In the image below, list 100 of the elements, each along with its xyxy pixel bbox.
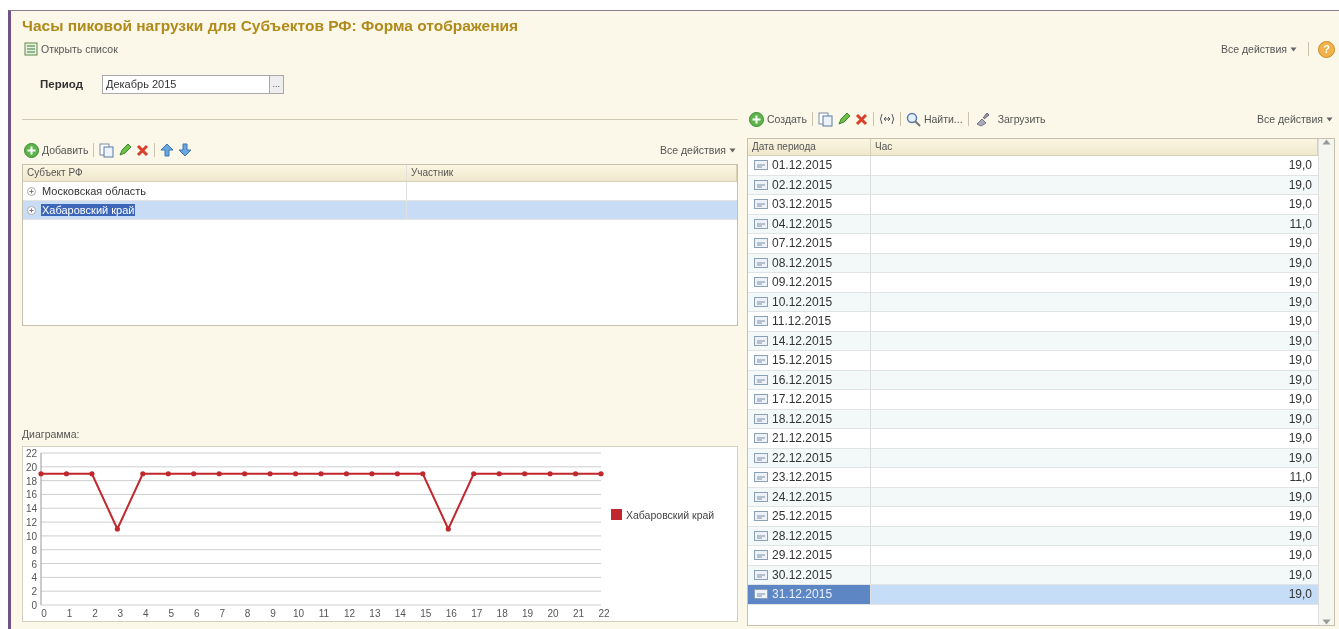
create-button[interactable]: Создать [747,111,809,127]
search-icon [905,111,921,127]
table-cell-text: 19,0 [1287,314,1313,329]
axis-label: 0 [31,600,37,611]
axis-label: 10 [293,608,305,619]
scroll-down-icon [1322,619,1331,625]
expand-icon[interactable] [27,186,36,196]
data-point [267,471,273,477]
column-header: Субъект РФ [23,165,407,181]
select-button[interactable]: ... [268,75,283,93]
table-row[interactable]: 02.12.2015 19,0 [748,175,1318,195]
table-cell: 02.12.2015 [772,177,833,192]
axis-label: 8 [244,608,251,619]
table-row[interactable]: 23.12.2015 11,0 [748,468,1318,488]
table-row[interactable]: 11.12.2015 19,0 [748,312,1318,332]
table-row[interactable]: 03.12.2015 19,0 [748,195,1318,215]
table-row[interactable]: 17.12.2015 19,0 [748,390,1318,410]
data-point [114,526,120,532]
table-row[interactable]: 30.12.2015 19,0 [748,565,1318,585]
table-cell-text: 19,0 [1287,333,1313,348]
table-cell-text: 11,0 [1288,216,1313,231]
axis-label: 19 [522,608,534,619]
table-row[interactable]: 01.12.2015 19,0 [748,156,1318,176]
table-cell-text: 19,0 [1287,372,1313,387]
table-row[interactable]: 09.12.2015 19,0 [748,273,1318,293]
table-cell: 01.12.2015 [772,158,833,173]
calendar-icon [754,179,768,190]
table-cell: 17.12.2015 [772,392,833,407]
table-cell: 18.12.2015 [772,411,833,426]
delete-icon [136,143,150,157]
axis-label: 8 [31,544,37,556]
table-row[interactable]: 18.12.2015 19,0 [748,409,1318,429]
table-cell: 31.12.2015 [772,587,833,602]
table-row[interactable]: 14.12.2015 19,0 [748,331,1318,351]
table-cell-text: 19,0 [1287,158,1313,173]
axis-label: 22 [598,608,610,619]
table-cell: 08.12.2015 [772,255,833,270]
data-point [191,471,197,477]
all-actions-button[interactable]: Все действия [657,144,738,156]
load-button[interactable]: Загрузить [971,111,1048,127]
table-row[interactable]: 24.12.2015 19,0 [748,487,1318,507]
list-icon [24,42,38,56]
axis-label: 16 [445,608,457,619]
data-point [292,471,299,477]
all-actions-button[interactable]: Все действия [1218,43,1299,55]
axis-label: 6 [193,608,200,619]
table-row[interactable]: Хабаровский край [23,201,737,220]
table-row[interactable]: 08.12.2015 19,0 [748,253,1318,273]
caret-icon [1290,46,1297,52]
calendar-icon [754,472,768,483]
open-list-button[interactable]: Открыть список [22,42,120,56]
data-point [89,471,95,477]
table-cell-text: 19,0 [1287,528,1313,543]
calendar-icon [754,160,768,171]
table-cell: 14.12.2015 [772,333,833,348]
axis-label: 20 [547,608,559,619]
window-title: Часы пиковой нагрузки для Субъектов РФ: Форма отображения [22,17,520,36]
table-row[interactable]: 28.12.2015 19,0 [748,526,1318,546]
axis-label: 3 [117,608,124,619]
axis-label: 17 [471,608,483,619]
add-button[interactable]: Добавить [22,142,91,158]
data-point [522,471,528,477]
data-point [572,471,579,477]
table-row[interactable]: 04.12.2015 11,0 [748,214,1318,234]
axis-label: 9 [270,608,276,619]
calendar-icon [754,355,768,366]
table-row[interactable]: 16.12.2015 19,0 [748,370,1318,390]
calendar-icon [754,530,768,541]
table-cell-text: 19,0 [1287,450,1313,465]
all-actions-button[interactable]: Все действия [1254,113,1335,125]
period-field[interactable]: Декабрь 2015 ... [102,74,284,94]
calendar-icon [754,316,768,327]
table-row[interactable]: 22.12.2015 19,0 [748,448,1318,468]
table-row[interactable]: 15.12.2015 19,0 [748,351,1318,371]
table-cell-text: 19,0 [1287,411,1313,426]
axis-label: 14 [25,503,37,515]
table-row[interactable]: 07.12.2015 19,0 [748,234,1318,254]
copy-icon [817,111,833,127]
table-cell: 15.12.2015 [772,353,833,368]
calendar-icon [754,491,768,502]
table-cell: 11.12.2015 [772,314,832,329]
axis-label: 0 [41,608,47,619]
expand-icon[interactable] [27,205,36,215]
table-row[interactable]: 29.12.2015 19,0 [748,546,1318,566]
table-row[interactable]: 10.12.2015 19,0 [748,292,1318,312]
calendar-icon [754,569,768,580]
axis-label: 10 [25,530,37,542]
table-cell-text: 19,0 [1287,489,1313,504]
find-button[interactable]: Найти... [903,111,965,127]
table-row[interactable]: 31.12.2015 19,0 [748,585,1318,605]
axis-label: 2 [92,608,98,619]
table-cell: 16.12.2015 [772,372,833,387]
axis-label: 13 [369,608,381,619]
table-cell: 04.12.2015 [772,216,833,231]
scrollbar[interactable] [1318,139,1334,625]
table-row[interactable]: 21.12.2015 19,0 [748,429,1318,449]
table-row[interactable]: 25.12.2015 19,0 [748,507,1318,527]
table-cell: 23.12.2015 [772,470,833,485]
axis-label: 2 [31,586,37,598]
data-point [318,471,324,477]
